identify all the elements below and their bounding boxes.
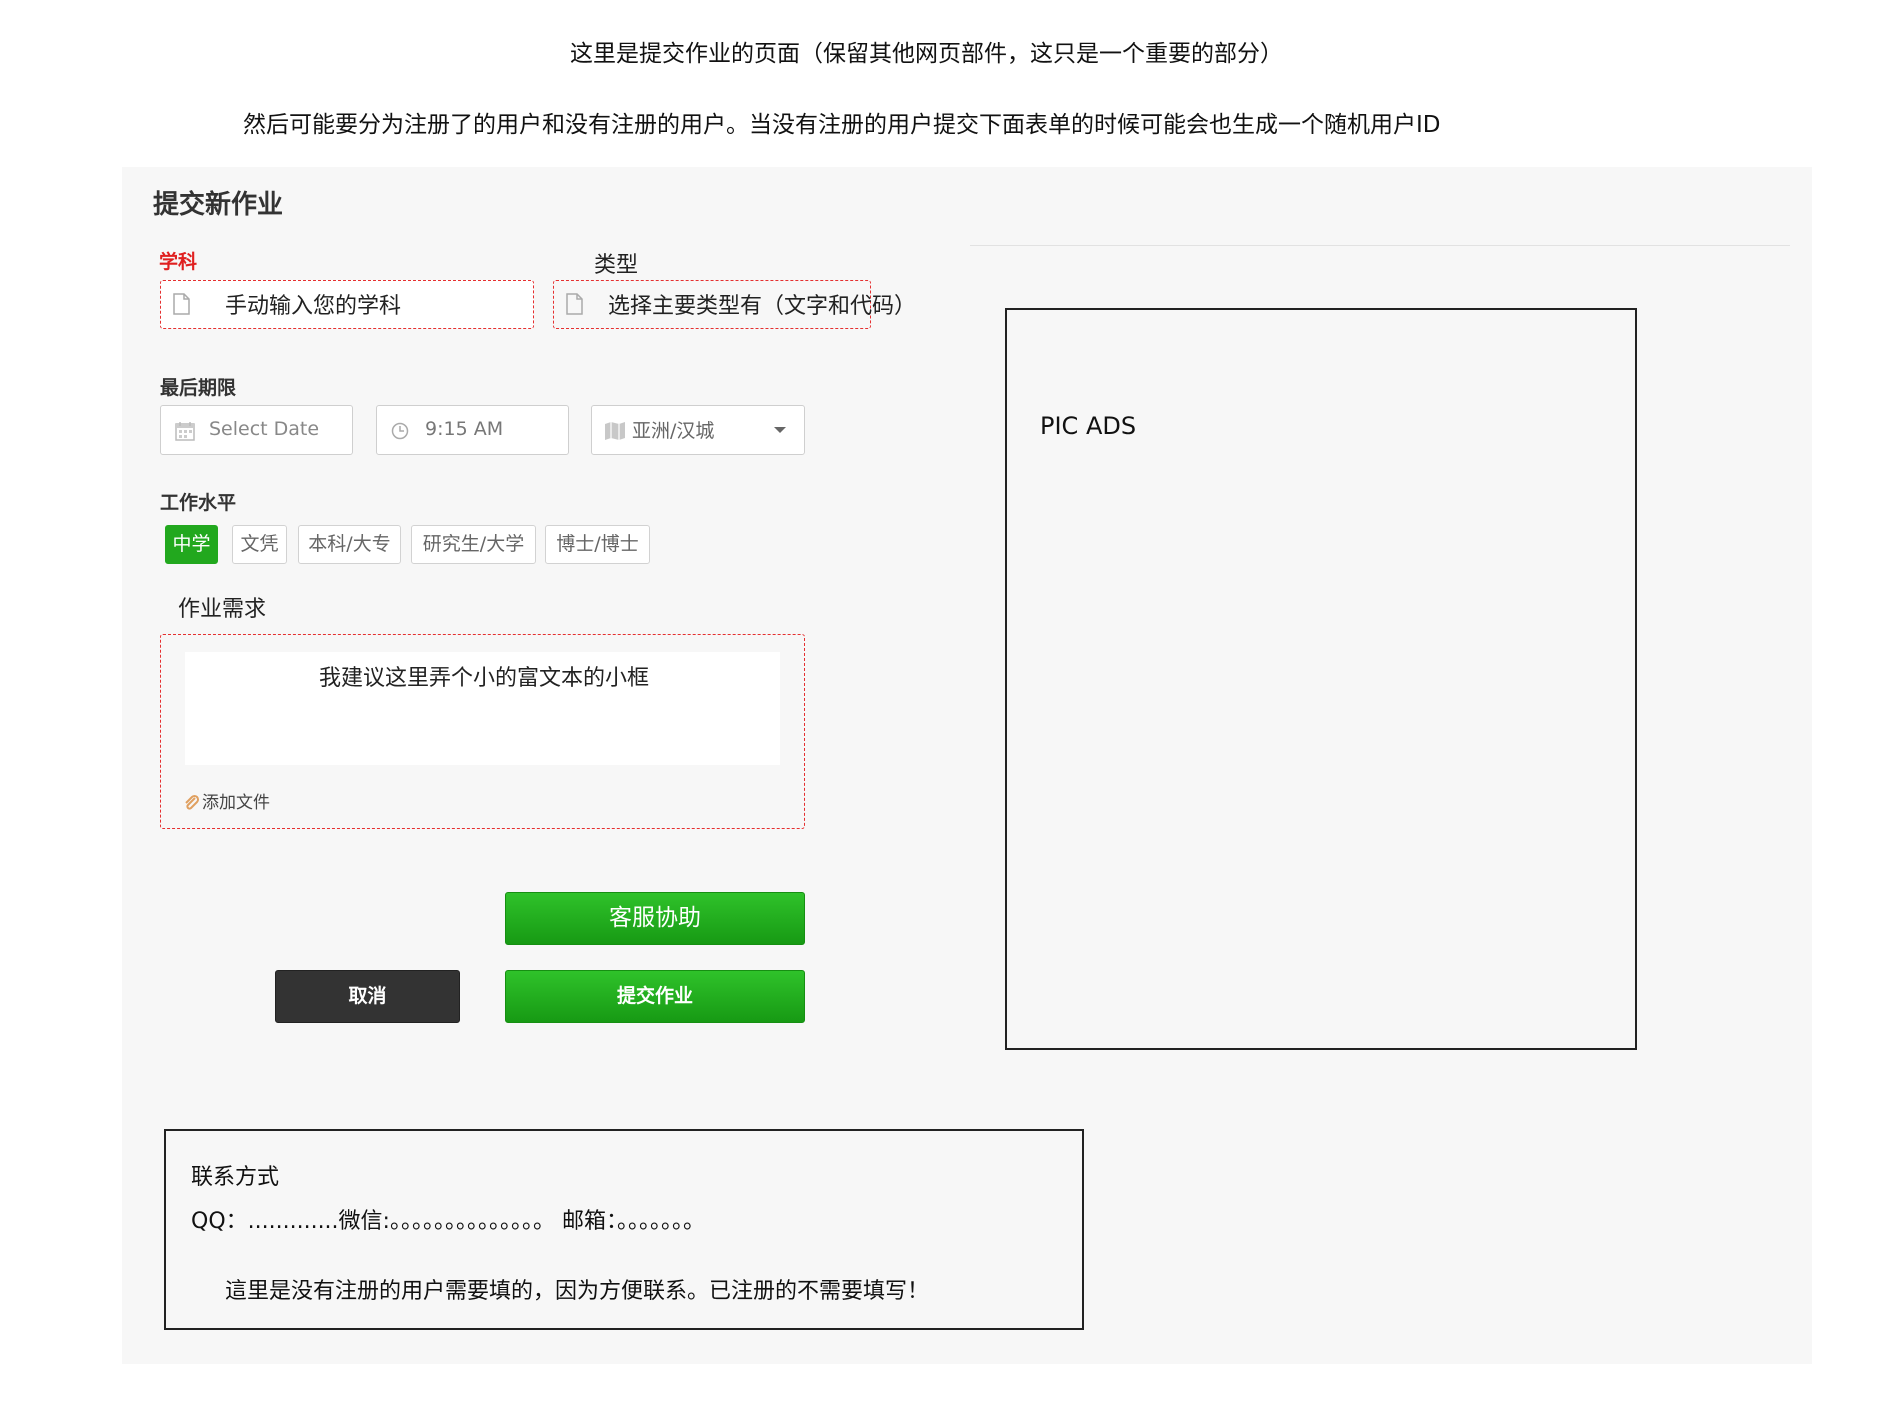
time-value: 9:15 AM	[425, 418, 504, 440]
requirements-editor[interactable]: 我建议这里弄个小的富文本的小框	[185, 652, 780, 765]
submit-button[interactable]: 提交作业	[505, 970, 805, 1023]
date-placeholder: Select Date	[209, 418, 320, 440]
level-option-graduate[interactable]: 研究生/大学	[411, 525, 536, 564]
add-file-label: 添加文件	[202, 793, 270, 813]
level-label: 工作水平	[160, 492, 237, 514]
page-note-user-types: 然后可能要分为注册了的用户和没有注册的用户。当没有注册的用户提交下面表单的时候可…	[243, 112, 1441, 138]
contact-note: 這里是没有注册的用户需要填的，因为方便联系。已注册的不需要填写！	[225, 1279, 930, 1304]
requirements-editor-text: 我建议这里弄个小的富文本的小框	[319, 666, 650, 691]
subject-input[interactable]: 手动输入您的学科	[160, 280, 534, 329]
ad-text: PIC ADS	[1040, 412, 1137, 440]
timezone-value: 亚洲/汉城	[632, 420, 715, 442]
page-note-top: 这里是提交作业的页面（保留其他网页部件，这只是一个重要的部分）	[570, 41, 1283, 67]
level-option-undergrad[interactable]: 本科/大专	[298, 525, 401, 564]
ad-placeholder: PIC ADS	[1005, 308, 1637, 1050]
add-file-link[interactable]: 添加文件	[183, 788, 270, 813]
submit-assignment-panel: 提交新作业 学科 手动输入您的学科 类型 选择主要类型有（文字和代码） 最后期限…	[122, 167, 1812, 1364]
type-label: 类型	[594, 253, 639, 278]
type-placeholder: 选择主要类型有（文字和代码）	[608, 294, 917, 319]
support-button[interactable]: 客服协助	[505, 892, 805, 945]
subject-placeholder: 手动输入您的学科	[225, 294, 402, 319]
level-option-diploma[interactable]: 文凭	[232, 525, 287, 564]
page-title: 提交新作业	[153, 190, 284, 220]
time-input[interactable]: 9:15 AM	[376, 405, 569, 455]
document-icon	[173, 293, 190, 315]
cancel-button[interactable]: 取消	[275, 970, 460, 1023]
contact-title: 联系方式	[191, 1165, 280, 1190]
chevron-down-icon	[774, 427, 786, 433]
type-select[interactable]: 选择主要类型有（文字和代码）	[553, 280, 916, 329]
calendar-icon	[175, 422, 195, 441]
deadline-label: 最后期限	[160, 377, 237, 399]
paperclip-icon	[185, 794, 200, 810]
requirements-label: 作业需求	[178, 597, 267, 622]
clock-icon	[391, 422, 409, 440]
map-icon	[605, 422, 625, 440]
contact-fields: QQ：.............微信:。。。。。。。。。。。。。。 邮箱：。。。…	[191, 1209, 705, 1234]
level-option-doctorate[interactable]: 博士/博士	[545, 525, 650, 564]
date-input[interactable]: Select Date	[160, 405, 353, 455]
document-icon	[566, 293, 583, 315]
timezone-select[interactable]: 亚洲/汉城	[591, 405, 805, 455]
level-option-secondary[interactable]: 中学	[165, 525, 218, 564]
subject-label: 学科	[159, 251, 198, 273]
contact-box: 联系方式 QQ：.............微信:。。。。。。。。。。。。。。 邮…	[164, 1129, 1084, 1330]
requirements-section: 我建议这里弄个小的富文本的小框 添加文件	[160, 634, 805, 829]
divider	[970, 245, 1790, 246]
